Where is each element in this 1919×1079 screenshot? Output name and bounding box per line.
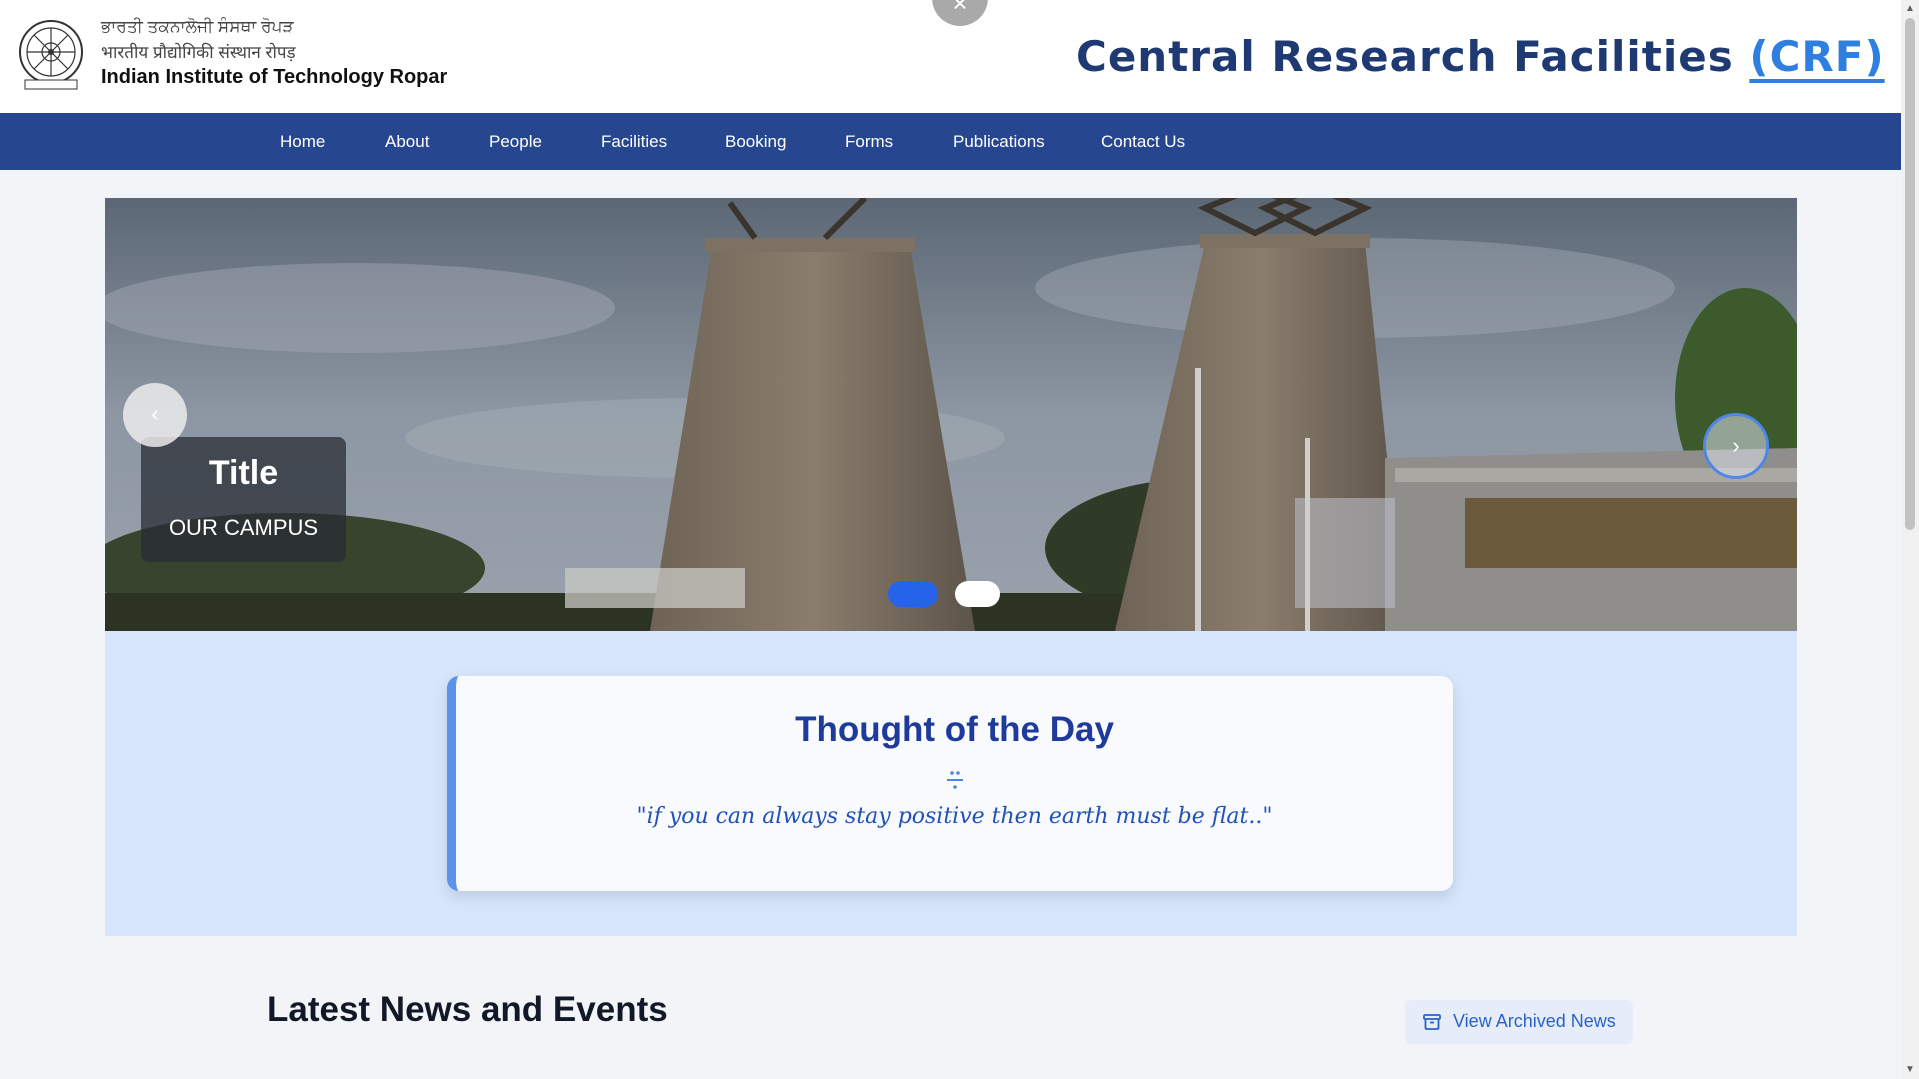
nav-item-booking[interactable]: Booking xyxy=(725,113,786,170)
nav-item-forms[interactable]: Forms xyxy=(845,113,893,170)
view-archived-news-label: View Archived News xyxy=(1453,1011,1616,1031)
nav-item-home[interactable]: Home xyxy=(280,113,325,170)
main-nav: Home About People Facilities Booking For… xyxy=(0,113,1901,170)
campus-slide-image xyxy=(105,198,1797,631)
thought-heading: Thought of the Day xyxy=(795,710,1114,749)
thought-card: Thought of the Day "if you can always st… xyxy=(447,676,1453,891)
site-title-text: Central Research Facilities xyxy=(1076,32,1734,81)
nav-item-people[interactable]: People xyxy=(489,113,542,170)
institute-name-english[interactable]: Indian Institute of Technology Ropar xyxy=(101,66,447,89)
carousel-indicator-2[interactable] xyxy=(955,581,1000,607)
close-button[interactable]: × xyxy=(932,0,988,26)
news-heading: Latest News and Events xyxy=(267,990,668,1029)
nav-item-about[interactable]: About xyxy=(385,113,429,170)
scroll-thumb[interactable] xyxy=(1905,18,1915,530)
nav-item-facilities[interactable]: Facilities xyxy=(601,113,667,170)
thought-section: Thought of the Day "if you can always st… xyxy=(105,631,1797,936)
site-title: Central Research Facilities (CRF) xyxy=(1076,32,1885,81)
slide-caption-title: Title xyxy=(208,454,279,492)
hero-carousel: Title OUR CAMPUS ‹ › xyxy=(105,198,1797,631)
scroll-up-arrow-icon[interactable]: ▲ xyxy=(1901,0,1919,18)
vertical-scrollbar[interactable]: ▲ ▼ xyxy=(1901,0,1919,1079)
site-header: ਭਾਰਤੀ ਤਕਨਾਲੋਜੀ ਸੰਸਥਾ ਰੋਪੜ भारतीय प्रौद्य… xyxy=(0,0,1901,113)
page: ਭਾਰਤੀ ਤਕਨਾਲੋਜੀ ਸੰਸਥਾ ਰੋਪੜ भारतीय प्रौद्य… xyxy=(0,0,1919,1079)
scroll-down-arrow-icon[interactable]: ▼ xyxy=(1901,1061,1919,1079)
archive-icon xyxy=(1423,1014,1441,1030)
institute-name-hindi: भारतीय प्रौद्योगिकी संस्थान रोपड़ xyxy=(101,43,296,62)
carousel-prev-button[interactable]: ‹ xyxy=(123,383,187,447)
slide-caption-text: OUR CAMPUS xyxy=(168,515,319,540)
nav-item-publications[interactable]: Publications xyxy=(953,113,1045,170)
view-archived-news-button[interactable]: View Archived News xyxy=(1405,1000,1633,1044)
divide-icon xyxy=(943,768,967,792)
institute-name-punjabi: ਭਾਰਤੀ ਤਕਨਾਲੋਜੀ ਸੰਸਥਾ ਰੋਪੜ xyxy=(101,17,294,36)
carousel-next-button[interactable]: › xyxy=(1703,413,1769,479)
iit-ropar-logo[interactable] xyxy=(17,18,85,92)
thought-quote: "if you can always stay positive then ea… xyxy=(636,804,1273,829)
carousel-indicator-1[interactable] xyxy=(888,581,938,607)
site-title-abbr: (CRF) xyxy=(1749,32,1885,81)
slide-caption: Title OUR CAMPUS xyxy=(141,437,346,562)
nav-item-contact-us[interactable]: Contact Us xyxy=(1101,113,1185,170)
